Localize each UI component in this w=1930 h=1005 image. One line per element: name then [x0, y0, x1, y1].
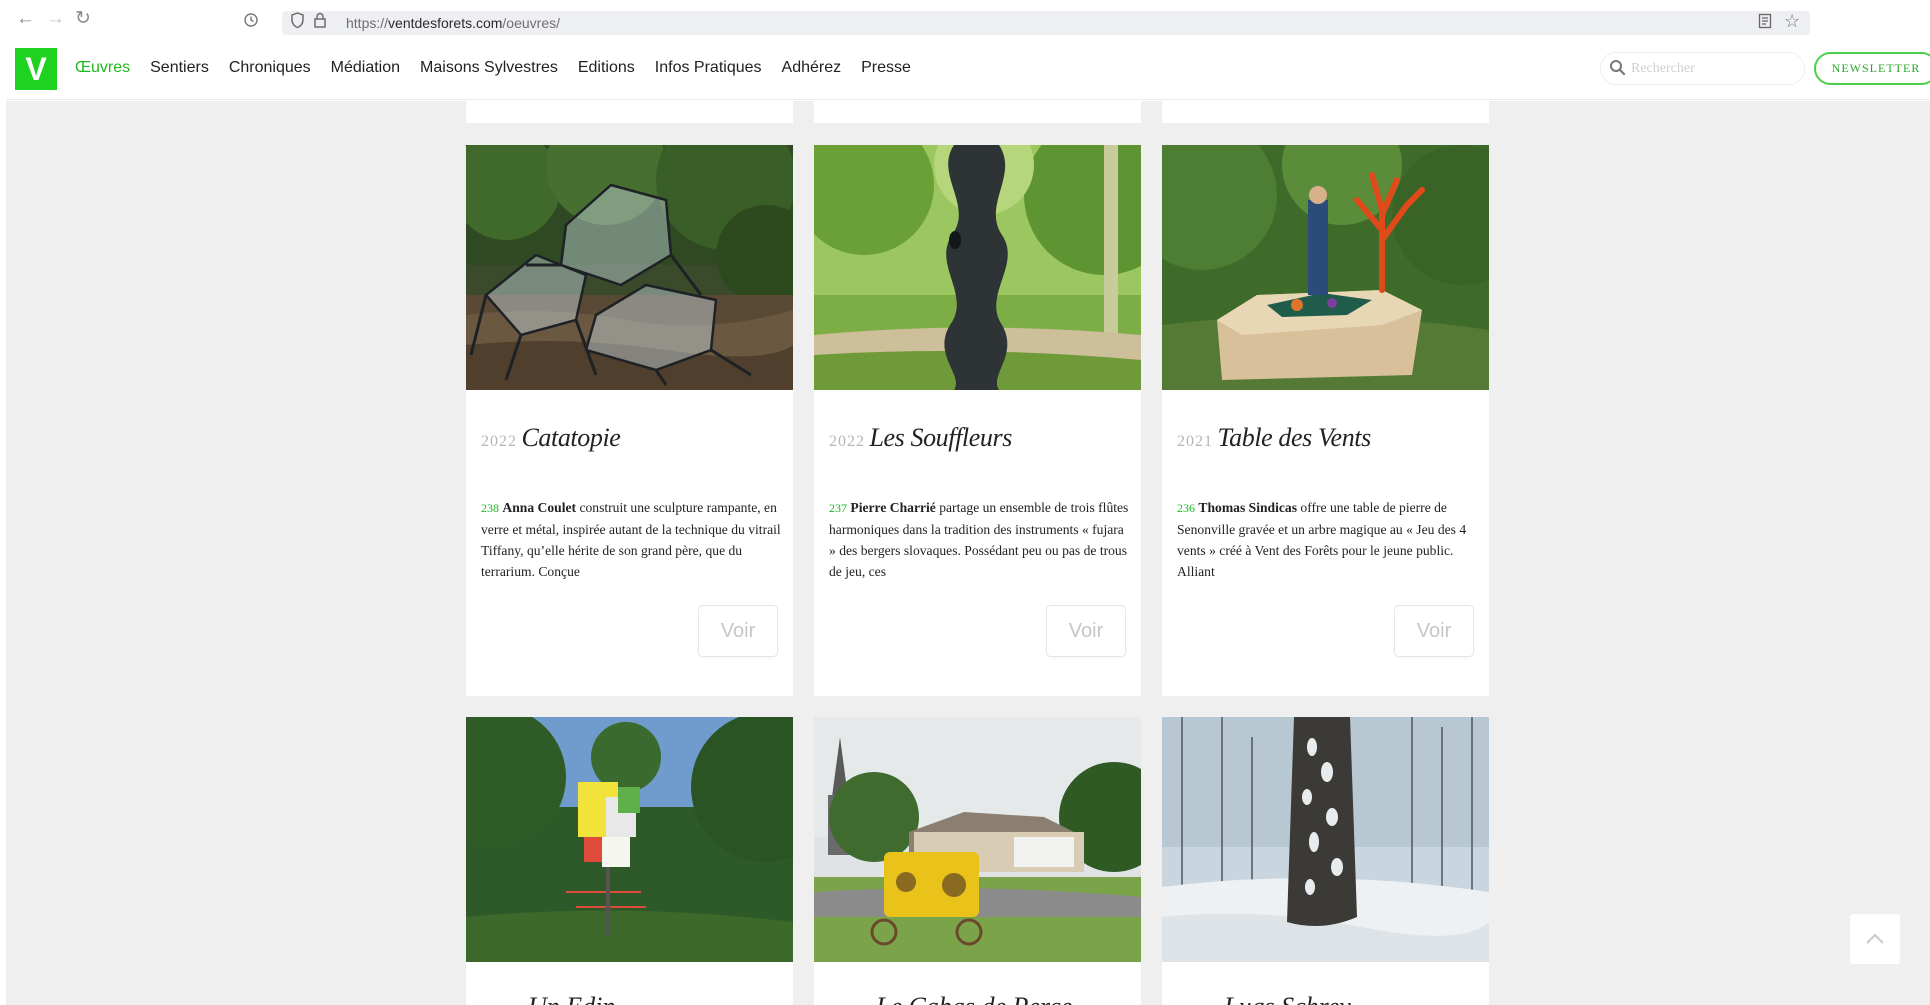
reload-icon[interactable]: ↻ — [75, 8, 91, 30]
artwork-card: Lugs Schrey — [1162, 717, 1489, 1005]
nav-item-chroniques[interactable]: Chroniques — [229, 59, 311, 77]
nav-item-oeuvres[interactable]: Œuvres — [75, 59, 130, 77]
scroll-to-top-button[interactable] — [1850, 914, 1900, 964]
artist-name: Pierre Charrié — [850, 500, 936, 515]
url-host: ventdesforets.com — [388, 15, 503, 31]
site-logo[interactable]: V — [15, 48, 57, 90]
newsletter-button[interactable]: NEWSLETTER — [1814, 52, 1930, 85]
browser-toolbar: ← → ↻ https://ventdesforets.com/oeuvres/… — [6, 6, 1930, 36]
card-title-row: 2022 Catatopie — [481, 423, 621, 453]
artwork-image[interactable] — [466, 717, 793, 962]
artwork-number: 236 — [1177, 501, 1195, 515]
main-navigation: Œuvres Sentiers Chroniques Médiation Mai… — [75, 59, 911, 77]
artwork-image[interactable] — [814, 145, 1141, 390]
nav-item-infos-pratiques[interactable]: Infos Pratiques — [655, 59, 762, 77]
voir-button[interactable]: Voir — [1394, 605, 1474, 657]
artist-name: Anna Coulet — [502, 500, 577, 515]
artwork-image[interactable] — [814, 717, 1141, 962]
nav-item-mediation[interactable]: Médiation — [331, 59, 400, 77]
site-header: V Œuvres Sentiers Chroniques Médiation M… — [6, 38, 1930, 100]
voir-button[interactable]: Voir — [1046, 605, 1126, 657]
nav-item-maisons-sylvestres[interactable]: Maisons Sylvestres — [420, 59, 558, 77]
artwork-title[interactable]: Les Souffleurs — [869, 423, 1012, 452]
artwork-image[interactable] — [1162, 717, 1489, 962]
voir-button[interactable]: Voir — [698, 605, 778, 657]
card-title-row: 2021 Table des Vents — [1177, 423, 1371, 453]
artwork-title[interactable]: Un Edin — [528, 992, 615, 1005]
forward-arrow-icon[interactable]: → — [46, 8, 65, 30]
artwork-card: 2021 Table des Vents 236 Thomas Sindicas… — [1162, 145, 1489, 696]
artwork-number: 238 — [481, 501, 499, 515]
card-previous-row — [466, 101, 793, 123]
card-title-row: 2022 Les Souffleurs — [829, 423, 1012, 453]
artwork-image[interactable] — [1162, 145, 1489, 390]
artwork-card: Le Cabas de Perce — [814, 717, 1141, 1005]
card-previous-row — [1162, 101, 1489, 123]
lock-icon[interactable] — [313, 12, 327, 33]
url-text[interactable]: https://ventdesforets.com/oeuvres/ — [346, 15, 560, 31]
search-input[interactable] — [1631, 59, 1791, 79]
bookmark-star-icon[interactable]: ☆ — [1784, 11, 1800, 32]
nav-item-sentiers[interactable]: Sentiers — [150, 59, 209, 77]
artwork-description: 238 Anna Coulet construit une sculpture … — [481, 497, 781, 581]
artwork-number: 237 — [829, 501, 847, 515]
shield-icon[interactable] — [290, 12, 305, 33]
artist-name: Thomas Sindicas — [1198, 500, 1297, 515]
artworks-grid: 2022 Catatopie 238 Anna Coulet construit… — [6, 101, 1930, 1005]
nav-item-presse[interactable]: Presse — [861, 59, 911, 77]
card-previous-row — [814, 101, 1141, 123]
artwork-year: 2022 — [829, 433, 865, 450]
artwork-card: 2022 Catatopie 238 Anna Coulet construit… — [466, 145, 793, 696]
artwork-image[interactable] — [466, 145, 793, 390]
nav-item-adherez[interactable]: Adhérez — [782, 59, 842, 77]
chevron-up-icon — [1866, 933, 1884, 944]
search-box[interactable] — [1600, 52, 1805, 85]
artwork-card: 2022 Les Souffleurs 237 Pierre Charrié p… — [814, 145, 1141, 696]
artwork-year: 2021 — [1177, 433, 1213, 450]
url-scheme: https:// — [346, 15, 389, 31]
search-icon — [1609, 58, 1627, 83]
artwork-title[interactable]: Catatopie — [521, 423, 620, 452]
artwork-title[interactable]: Le Cabas de Perce — [876, 992, 1072, 1005]
artwork-card: Un Edin — [466, 717, 793, 1005]
artwork-description: 236 Thomas Sindicas offre une table de p… — [1177, 497, 1477, 581]
artwork-title[interactable]: Table des Vents — [1217, 423, 1371, 452]
artwork-title[interactable]: Lugs Schrey — [1224, 992, 1351, 1005]
artwork-description: 237 Pierre Charrié partage un ensemble d… — [829, 497, 1129, 581]
history-icon[interactable] — [243, 12, 259, 32]
back-arrow-icon[interactable]: ← — [16, 8, 35, 30]
url-path: /oeuvres/ — [502, 15, 561, 31]
artwork-year: 2022 — [481, 433, 517, 450]
nav-item-editions[interactable]: Editions — [578, 59, 635, 77]
reader-view-icon[interactable] — [1758, 13, 1772, 33]
address-bar[interactable]: https://ventdesforets.com/oeuvres/ ☆ — [282, 11, 1810, 35]
